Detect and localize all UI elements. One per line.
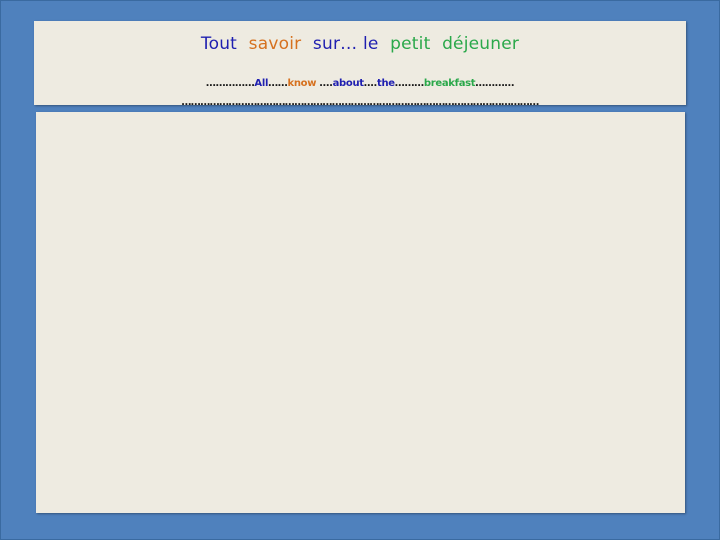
translation-dots: ………… (475, 78, 515, 89)
translation-word-know: know (287, 78, 317, 89)
translation-word-breakfast: breakfast (423, 78, 476, 89)
content-placeholder[interactable] (36, 112, 685, 513)
title-word-sur-le: sur… le (312, 34, 379, 54)
title-word-petit: petit (390, 34, 431, 54)
translation-dots: …… (268, 78, 288, 89)
translation-dots: …. (316, 78, 333, 89)
translation-dots: ……… (394, 78, 424, 89)
translation-word-all: All (254, 78, 269, 89)
translation-dots: …………… (205, 78, 255, 89)
translation-word-about: about (332, 78, 364, 89)
title-word-tout: Tout (200, 34, 238, 54)
slide: Tout savoir sur… le petit déjeuner ……………… (0, 0, 720, 540)
title-placeholder[interactable]: Tout savoir sur… le petit déjeuner ……………… (34, 21, 686, 108)
translation-word-the: the (376, 78, 395, 89)
title-word-savoir: savoir (248, 34, 302, 54)
translation-dots: …. (363, 78, 378, 89)
dotted-fill-line: …………………………………………………………………………………………………… (181, 97, 539, 108)
slide-title: Tout savoir sur… le petit déjeuner (34, 33, 686, 55)
title-word-dejeuner: déjeuner (442, 34, 520, 54)
translation-line: ……………All……know ….about….the………breakfast…… (34, 77, 686, 91)
